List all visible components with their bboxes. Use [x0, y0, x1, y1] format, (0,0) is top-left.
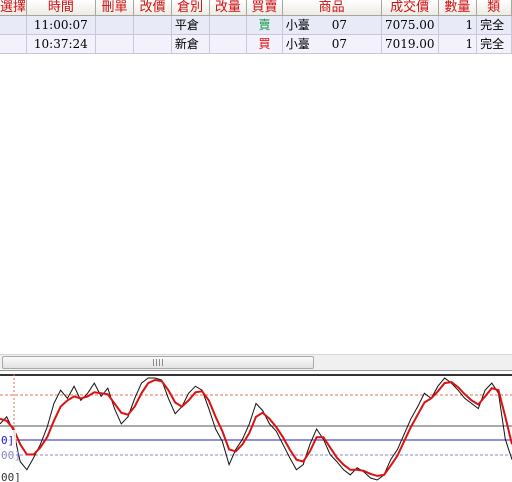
horizontal-scrollbar[interactable]: [0, 354, 512, 370]
delete-cell[interactable]: [95, 34, 135, 54]
price-cell: 7019.00: [381, 34, 439, 54]
col-price-header[interactable]: 成交價: [381, 0, 439, 16]
side-cell: 買: [246, 34, 283, 54]
price-cell: 7075.00: [381, 15, 439, 35]
col-modify-qty-header[interactable]: 改量: [209, 0, 248, 16]
scrollbar-grip-icon: [153, 359, 163, 366]
select-cell[interactable]: [0, 15, 28, 35]
side-cell: 賣: [246, 15, 283, 35]
y-label-axis: 00]: [1, 471, 21, 482]
col-product-header[interactable]: 商品: [282, 0, 382, 16]
modify-price-cell[interactable]: [133, 34, 172, 54]
indicator-chart: 0] 00] 00]: [0, 374, 512, 482]
position-cell: 平倉: [171, 15, 210, 35]
product-month: 07: [331, 18, 348, 32]
product-name: 小臺: [285, 37, 310, 51]
modify-qty-cell[interactable]: [209, 15, 248, 35]
col-select-header[interactable]: 選擇: [0, 0, 28, 16]
time-cell: 11:00:07: [26, 15, 96, 35]
table-header-row: 選擇 時間 刪單 改價 倉別 改量 買賣 商品 成交價 數量 類: [0, 0, 512, 16]
position-cell: 新倉: [171, 34, 210, 54]
delete-cell[interactable]: [95, 15, 135, 35]
col-time-header[interactable]: 時間: [26, 0, 96, 16]
col-qty-header[interactable]: 數量: [438, 0, 478, 16]
time-cell: 10:37:24: [26, 34, 96, 54]
qty-cell: 1: [438, 15, 478, 35]
product-cell: 小臺 07: [282, 15, 382, 35]
select-cell[interactable]: [0, 34, 28, 54]
order-table: 選擇 時間 刪單 改價 倉別 改量 買賣 商品 成交價 數量 類 11:00:0…: [0, 0, 512, 54]
col-delete-header[interactable]: 刪單: [95, 0, 135, 16]
product-name: 小臺: [285, 18, 310, 32]
col-side-header[interactable]: 買賣: [246, 0, 283, 16]
col-modify-price-header[interactable]: 改價: [133, 0, 172, 16]
qty-cell: 1: [438, 34, 478, 54]
table-row[interactable]: 11:00:07 平倉 賣 小臺 07 7075.00 1 完全: [0, 15, 512, 35]
product-month: 07: [331, 37, 348, 51]
modify-qty-cell[interactable]: [209, 34, 248, 54]
table-row[interactable]: 10:37:24 新倉 買 小臺 07 7019.00 1 完全: [0, 34, 512, 54]
y-label-lower: 0]: [1, 434, 14, 447]
status-cell: 完全: [476, 15, 512, 35]
product-cell: 小臺 07: [282, 34, 382, 54]
status-cell: 完全: [476, 34, 512, 54]
col-type-header[interactable]: 類: [476, 0, 512, 16]
scrollbar-thumb[interactable]: [2, 356, 314, 369]
modify-price-cell[interactable]: [133, 15, 172, 35]
col-position-header[interactable]: 倉別: [171, 0, 210, 16]
y-label-bottom: 00]: [1, 449, 21, 462]
